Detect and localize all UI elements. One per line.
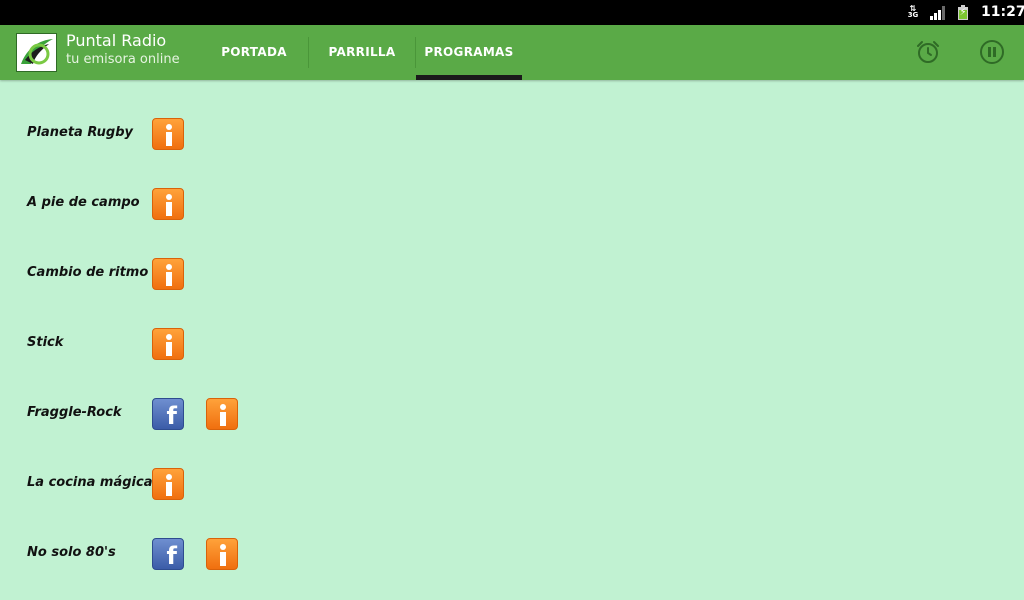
program-name: Planeta Rugby [27,125,133,140]
facebook-icon[interactable]: f [152,398,184,430]
data-transfer-icon: ⇅ 3G [907,4,919,19]
status-clock: 11:27 [981,4,1024,20]
info-icon[interactable] [152,118,184,150]
tab-label: PROGRAMAS [424,45,514,59]
list-item[interactable]: La cocina mágica [0,448,1024,518]
tab-portada[interactable]: PORTADA [206,25,302,80]
battery-charging-icon: ⚡ [958,5,968,20]
pause-icon[interactable] [979,39,1005,65]
program-name: Cambio de ritmo [27,265,149,280]
program-name: Stick [27,335,64,350]
program-name: Fraggle-Rock [27,405,122,420]
tab-label: PORTADA [221,45,287,59]
list-item[interactable]: Fraggle-Rock f [0,378,1024,448]
list-item[interactable]: Stick [0,308,1024,378]
app-subtitle: tu emisora online [66,52,180,67]
alarm-clock-icon[interactable] [915,39,941,65]
app-title: Puntal Radio [66,31,167,50]
tab-parrilla[interactable]: PARRILLA [309,25,415,80]
program-name: No solo 80's [27,545,116,560]
network-type: 3G [907,11,919,19]
action-bar: Puntal Radio tu emisora online PORTADA P… [0,25,1024,80]
list-item[interactable]: Planeta Rugby [0,98,1024,168]
list-item[interactable]: A pie de campo [0,168,1024,238]
program-list: Planeta Rugby A pie de campo Cambio de r… [0,80,1024,600]
list-item[interactable]: Cambio de ritmo [0,238,1024,308]
signal-icon [930,6,947,20]
info-icon[interactable] [206,538,238,570]
info-icon[interactable] [152,188,184,220]
info-icon[interactable] [206,398,238,430]
status-bar: ⇅ 3G ⚡ 11:27 [0,0,1024,25]
tab-label: PARRILLA [328,45,396,59]
info-icon[interactable] [152,328,184,360]
facebook-icon[interactable]: f [152,538,184,570]
tab-programas[interactable]: PROGRAMAS [416,25,522,80]
puntal-radio-logo[interactable] [16,33,57,72]
list-item[interactable]: No solo 80's f [0,518,1024,588]
info-icon[interactable] [152,468,184,500]
info-icon[interactable] [152,258,184,290]
program-name: La cocina mágica [27,475,153,490]
program-name: A pie de campo [27,195,140,210]
